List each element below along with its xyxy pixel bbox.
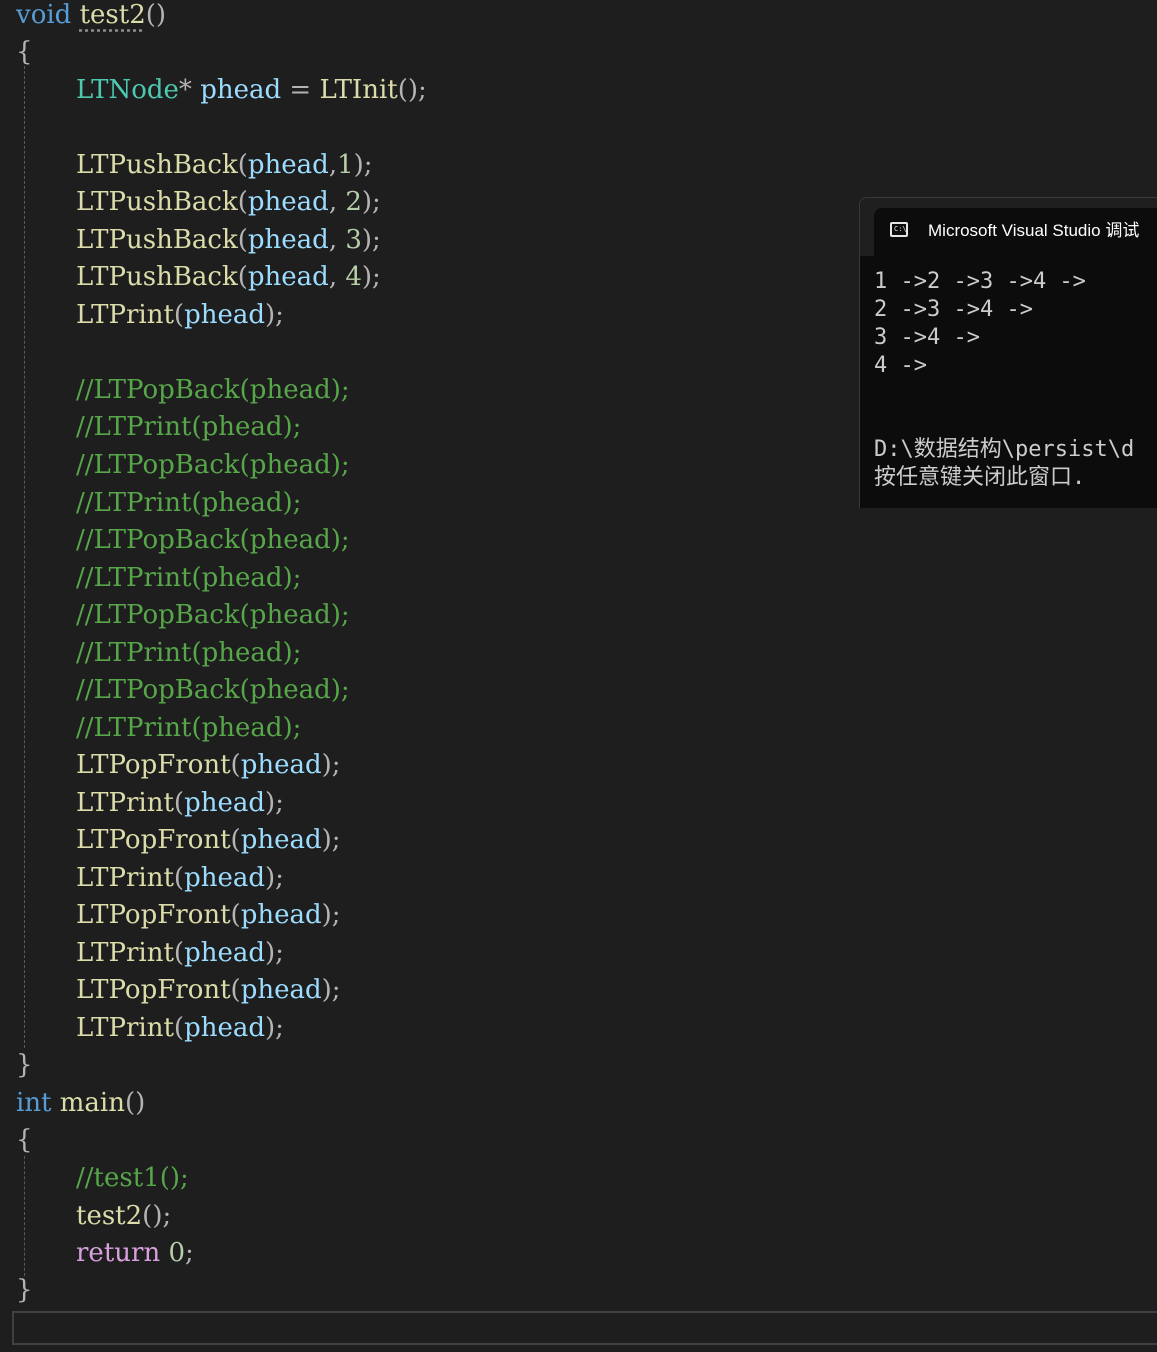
comment-line-test1: //test1(); [76,1163,189,1193]
console-line: 3 ->4 -> [874,325,980,350]
code-line-print-1: LTPrint(phead); [76,788,284,818]
code-line-9: LTPrint(phead); [76,300,284,330]
code-line-8: LTPushBack(phead, 4); [76,262,381,292]
code-line-popfront-2: LTPopFront(phead); [76,825,341,855]
code-line-2: { [16,37,33,67]
code-line-3: LTNode* phead = LTInit(); [76,75,427,105]
console-line: 1 ->2 ->3 ->4 -> [874,269,1086,294]
console-line: 按任意键关闭此窗口. [874,465,1086,490]
code-line-main: int main() [16,1088,146,1118]
console-tab[interactable]: C:\ Microsoft Visual Studio 调试 [874,208,1157,256]
comment-line: //LTPopBack(phead); [76,675,350,705]
code-line-popfront-3: LTPopFront(phead); [76,900,341,930]
indent-guide-test2 [24,66,25,1048]
console-title: Microsoft Visual Studio 调试 [928,221,1140,240]
code-line-print-4: LTPrint(phead); [76,1013,284,1043]
code-line-return: return 0; [76,1238,194,1268]
code-line-6: LTPushBack(phead, 2); [76,187,381,217]
code-line-popfront-1: LTPopFront(phead); [76,750,341,780]
code-line-close-test2: } [16,1050,33,1080]
code-line-1: void test2() [16,0,167,30]
bottom-input-bar[interactable] [12,1311,1157,1345]
function-name-test2: test2 [79,0,146,30]
code-line-7: LTPushBack(phead, 3); [76,225,381,255]
comment-line: //LTPrint(phead); [76,563,302,593]
comment-line: //LTPrint(phead); [76,713,302,743]
comment-line: //LTPopBack(phead); [76,525,350,555]
comment-line: //LTPopBack(phead); [76,600,350,630]
code-line-5: LTPushBack(phead,1); [76,150,373,180]
code-line-print-3: LTPrint(phead); [76,938,284,968]
comment-line: //LTPopBack(phead); [76,450,350,480]
console-line: D:\数据结构\persist\d [874,437,1135,462]
debug-console-window[interactable]: C:\ Microsoft Visual Studio 调试 1 ->2 ->3… [859,197,1157,508]
comment-line: //LTPopBack(phead); [76,375,350,405]
indent-guide-main [24,1156,25,1276]
comment-line: //LTPrint(phead); [76,412,302,442]
comment-line: //LTPrint(phead); [76,638,302,668]
code-line-close-main: } [16,1275,33,1305]
code-line-popfront-4: LTPopFront(phead); [76,975,341,1005]
code-line-print-2: LTPrint(phead); [76,863,284,893]
console-line: 4 -> [874,353,927,378]
console-line: 2 ->3 ->4 -> [874,297,1033,322]
comment-line: //LTPrint(phead); [76,488,302,518]
code-line-open-main: { [16,1125,33,1155]
console-icon: C:\ [890,222,908,237]
code-line-call-test2: test2(); [76,1201,172,1231]
console-titlebar[interactable]: C:\ Microsoft Visual Studio 调试 [860,198,1157,256]
